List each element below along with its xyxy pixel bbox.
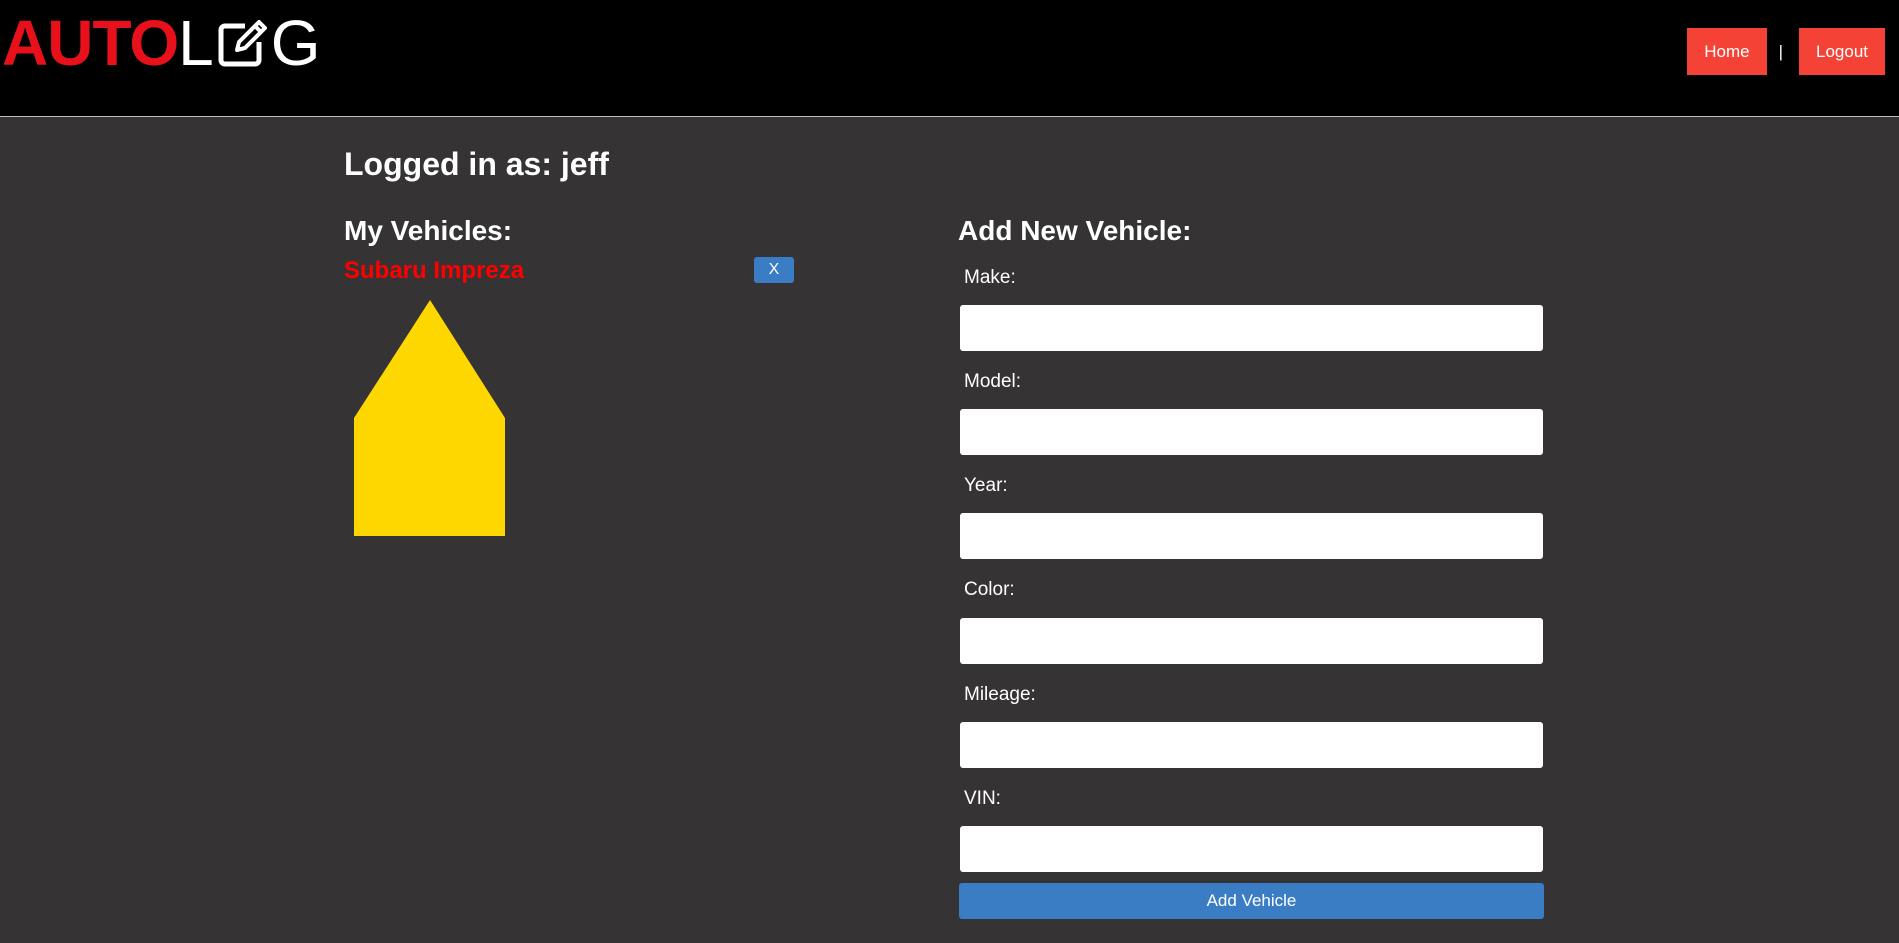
year-label: Year:: [964, 475, 1008, 496]
main-content: Logged in as: jeff My Vehicles: Subaru I…: [0, 117, 1899, 943]
autolog-logo[interactable]: AUTO L G: [2, 7, 321, 79]
logo-g-text: G: [270, 7, 321, 79]
my-vehicles-title: My Vehicles:: [344, 215, 513, 246]
color-input[interactable]: [960, 618, 1543, 664]
car-silhouette-placeholder[interactable]: [354, 300, 506, 537]
model-label: Model:: [964, 371, 1022, 392]
year-input[interactable]: [960, 513, 1543, 559]
make-input[interactable]: [960, 305, 1543, 351]
delete-vehicle-button[interactable]: X: [754, 257, 794, 283]
add-vehicle-title: Add New Vehicle:: [958, 215, 1192, 246]
nav-separator: |: [1778, 41, 1783, 61]
model-input[interactable]: [960, 409, 1543, 455]
pencil-square-icon: [218, 20, 267, 67]
make-label: Make:: [964, 267, 1016, 288]
header-bar: AUTO L G Home | Logout: [0, 0, 1899, 117]
mileage-label: Mileage:: [964, 684, 1036, 705]
mileage-input[interactable]: [960, 722, 1543, 768]
home-button[interactable]: Home: [1687, 28, 1767, 75]
color-label: Color:: [964, 579, 1015, 600]
add-vehicle-button[interactable]: Add Vehicle: [959, 883, 1544, 919]
vin-label: VIN:: [964, 788, 1001, 809]
logged-in-heading: Logged in as: jeff: [344, 146, 609, 182]
top-nav: Home | Logout: [1687, 28, 1885, 75]
logo-auto-text: AUTO: [2, 7, 179, 79]
logo-l-text: L: [178, 7, 214, 79]
logout-button[interactable]: Logout: [1799, 28, 1885, 75]
vehicle-name[interactable]: Subaru Impreza: [344, 257, 524, 285]
vin-input[interactable]: [960, 826, 1543, 872]
